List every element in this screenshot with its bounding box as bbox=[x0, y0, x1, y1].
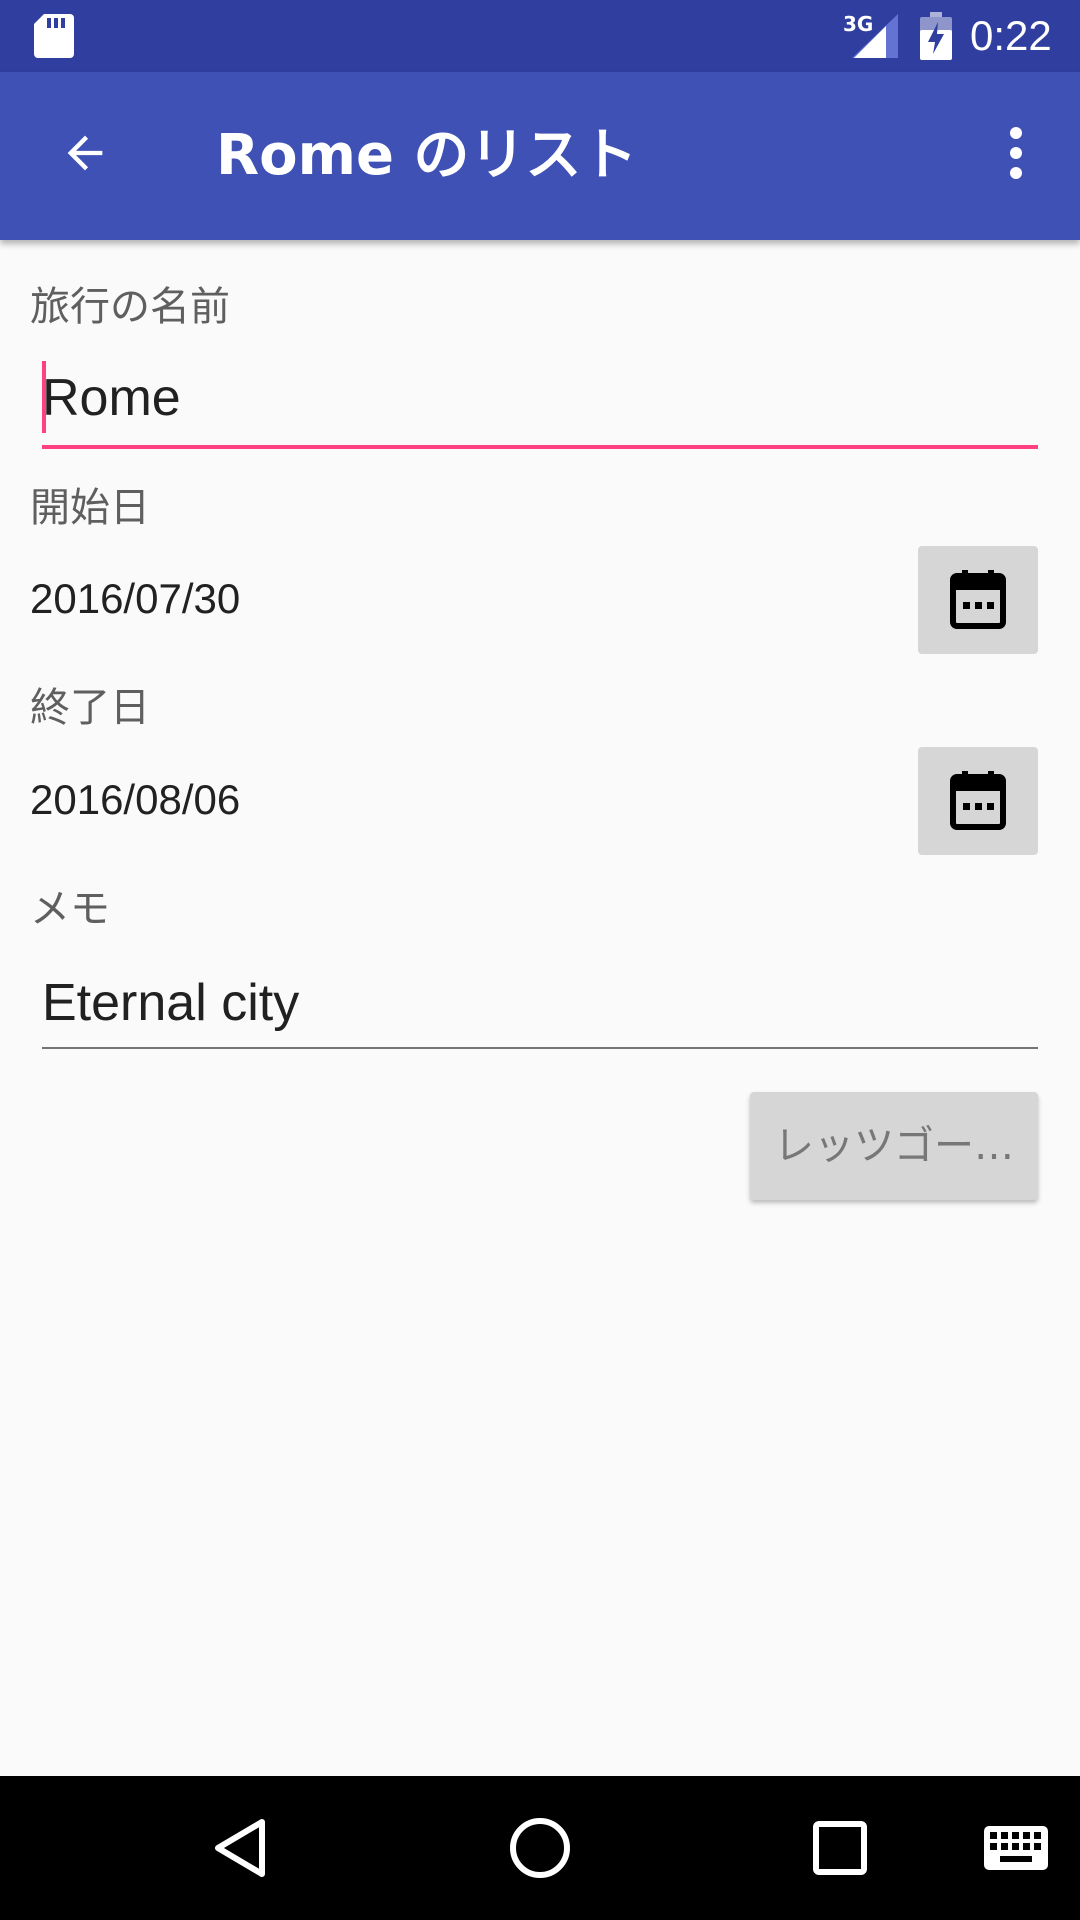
nav-recents-button[interactable] bbox=[800, 1808, 880, 1888]
start-date-picker-button[interactable] bbox=[918, 546, 1038, 654]
calendar-icon bbox=[950, 771, 1006, 830]
more-vert-icon bbox=[1010, 127, 1022, 179]
keyboard-switch-button[interactable] bbox=[980, 1808, 1052, 1888]
memo-input[interactable] bbox=[42, 955, 1038, 1051]
clock: 0:22 bbox=[970, 12, 1052, 59]
arrow-back-icon bbox=[67, 135, 103, 171]
keyboard-icon bbox=[984, 1826, 1048, 1870]
trip-name-input[interactable] bbox=[42, 350, 1038, 446]
page-title: Rome のリスト bbox=[216, 123, 638, 188]
status-bar: 3G 0:22 bbox=[0, 0, 1080, 72]
nav-home-button[interactable] bbox=[500, 1808, 580, 1888]
calendar-icon bbox=[950, 570, 1006, 629]
recents-square-icon bbox=[813, 1821, 867, 1875]
memo-underline bbox=[42, 1047, 1038, 1049]
overflow-menu-button[interactable] bbox=[990, 108, 1042, 198]
app-bar: Rome のリスト bbox=[0, 72, 1080, 240]
start-date-value: 2016/07/30 bbox=[30, 575, 241, 622]
home-circle-icon bbox=[510, 1818, 570, 1878]
memo-label: メモ bbox=[30, 886, 110, 932]
sd-card-icon bbox=[34, 14, 74, 58]
end-date-value: 2016/08/06 bbox=[30, 776, 241, 823]
end-date-picker-button[interactable] bbox=[918, 747, 1038, 855]
navigation-bar bbox=[0, 1776, 1080, 1920]
text-cursor bbox=[42, 361, 46, 433]
trip-name-label: 旅行の名前 bbox=[30, 284, 230, 330]
nav-back-button[interactable] bbox=[200, 1808, 280, 1888]
end-date-label: 終了日 bbox=[30, 685, 150, 731]
back-button[interactable] bbox=[40, 108, 130, 198]
signal-icon bbox=[852, 14, 898, 58]
start-date-label: 開始日 bbox=[30, 485, 150, 531]
trip-name-underline bbox=[42, 445, 1038, 449]
battery-charging-icon bbox=[920, 12, 952, 60]
lets-go-button[interactable]: レッツゴー… bbox=[750, 1092, 1038, 1200]
back-triangle-icon bbox=[215, 1819, 265, 1877]
